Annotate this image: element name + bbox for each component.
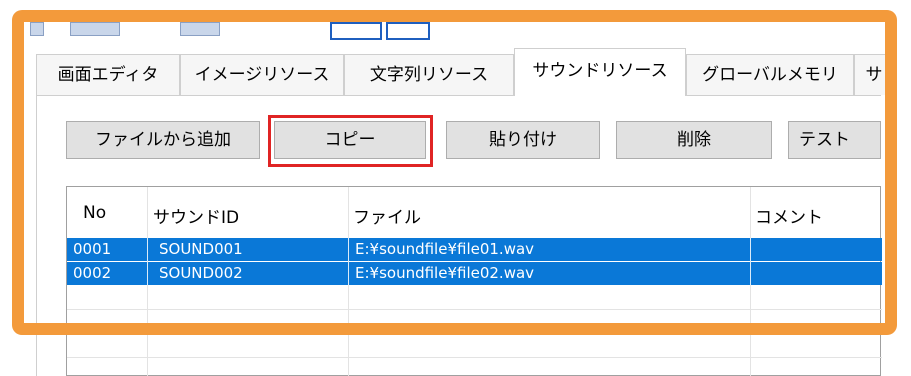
empty-row-line	[67, 333, 882, 334]
add-from-file-button[interactable]: ファイルから追加	[66, 121, 260, 159]
cell-separator	[348, 238, 349, 261]
tab-overflow[interactable]: サ	[854, 54, 894, 95]
cell-sound-id: SOUND001	[159, 240, 243, 258]
empty-row-line	[67, 309, 882, 310]
paste-button[interactable]: 貼り付け	[446, 121, 600, 159]
table-row[interactable]: 0001 SOUND001 E:¥soundfile¥file01.wav	[67, 238, 882, 261]
toolbar-fragment-button[interactable]	[330, 22, 382, 40]
column-header-comment[interactable]: コメント	[755, 203, 823, 228]
cell-no: 0002	[73, 264, 112, 282]
tab-sound-resources[interactable]: サウンドリソース	[514, 48, 686, 96]
top-toolbar-fragment	[30, 22, 875, 40]
column-header-file[interactable]: ファイル	[353, 203, 421, 228]
tab-image-resources[interactable]: イメージリソース	[180, 54, 344, 95]
toolbar-fragment-item	[30, 22, 44, 36]
cell-separator	[348, 262, 349, 285]
copy-button-highlight	[268, 115, 433, 167]
cell-sound-id: SOUND002	[159, 264, 243, 282]
toolbar-fragment-item	[70, 22, 120, 36]
cell-separator	[147, 262, 148, 285]
tab-global-memory[interactable]: グローバルメモリ	[686, 54, 854, 95]
sound-list-table[interactable]: No サウンドID ファイル コメント 0001 SOUND001 E:¥sou…	[66, 186, 882, 376]
cell-file: E:¥soundfile¥file01.wav	[355, 240, 535, 258]
resource-tab-strip: 画面エディタ イメージリソース 文字列リソース サウンドリソース グローバルメモ…	[36, 46, 894, 96]
cell-no: 0001	[73, 240, 112, 258]
cell-separator	[750, 238, 751, 261]
tab-string-resources[interactable]: 文字列リソース	[344, 54, 514, 95]
delete-button[interactable]: 削除	[616, 121, 772, 159]
empty-row-line	[67, 357, 882, 358]
toolbar-fragment-item	[180, 22, 220, 36]
cell-file: E:¥soundfile¥file02.wav	[355, 264, 535, 282]
tab-screen-editor[interactable]: 画面エディタ	[36, 54, 180, 95]
test-button[interactable]: テスト	[788, 121, 881, 159]
table-row[interactable]: 0002 SOUND002 E:¥soundfile¥file02.wav	[67, 262, 882, 285]
toolbar-fragment-button[interactable]	[386, 22, 430, 40]
cell-separator	[147, 238, 148, 261]
cell-separator	[750, 262, 751, 285]
column-header-no[interactable]: No	[83, 203, 106, 223]
column-header-sound-id[interactable]: サウンドID	[153, 203, 239, 228]
